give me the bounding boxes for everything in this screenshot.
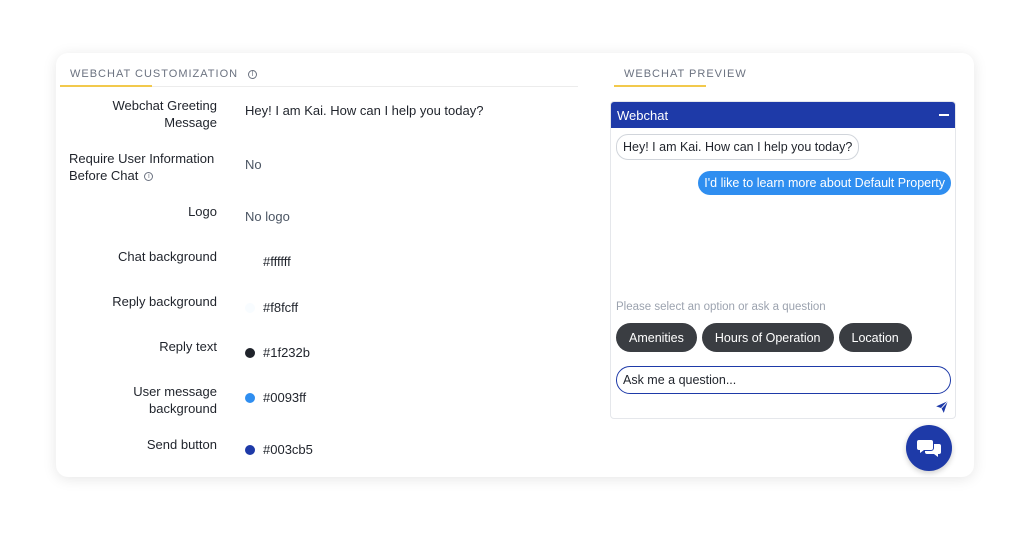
require-info-label-text: Require User Information Before Chat [69, 151, 215, 183]
option-location[interactable]: Location [838, 323, 912, 352]
chat-background-swatch[interactable] [245, 256, 255, 267]
customization-underline [60, 85, 152, 87]
send-button-value[interactable]: #003cb5 [245, 442, 313, 457]
reply-text-label: Reply text [159, 339, 217, 354]
require-info-value[interactable]: No [245, 157, 262, 172]
chat-background-value[interactable]: #ffffff [245, 254, 291, 269]
user-message-background-hex: #0093ff [263, 390, 307, 405]
send-button-hex: #003cb5 [263, 442, 313, 457]
ask-question-input[interactable] [616, 366, 951, 394]
options-prompt: Please select an option or ask a questio… [616, 301, 826, 313]
customization-title: WEBCHAT CUSTOMIZATION [70, 68, 239, 80]
chat-background-hex: #ffffff [263, 254, 291, 269]
send-button-label: Send button [146, 437, 217, 452]
chat-bubbles-icon [917, 440, 941, 457]
reply-text-swatch[interactable] [245, 347, 255, 358]
user-message-background-swatch[interactable] [245, 392, 255, 403]
reply-text-hex: #1f232b [263, 345, 310, 360]
preview-header-title: WEBCHAT PREVIEW [624, 68, 747, 80]
quick-reply-options: Amenities Hours of Operation Location [616, 323, 912, 352]
webchat-preview: Webchat Hey! I am Kai. How can I help yo… [610, 101, 956, 419]
send-icon[interactable] [935, 400, 949, 414]
greeting-label: Webchat Greeting Message [112, 98, 217, 130]
user-message-bubble: I'd like to learn more about Default Pro… [698, 171, 951, 195]
chat-launcher-button[interactable] [906, 425, 952, 471]
header-divider [152, 86, 578, 87]
user-message-background-value[interactable]: #0093ff [245, 390, 306, 405]
logo-label: Logo [188, 204, 217, 219]
require-info-label: Require User Information Before Chat i [69, 150, 229, 184]
webchat-header: Webchat [611, 102, 955, 128]
reply-background-label: Reply background [112, 294, 217, 309]
webchat-settings-card: WEBCHAT CUSTOMIZATION i WEBCHAT PREVIEW W… [56, 53, 974, 477]
reply-background-value[interactable]: #f8fcff [245, 300, 298, 315]
chat-background-label: Chat background [117, 249, 217, 264]
minimize-icon[interactable] [939, 114, 949, 116]
greeting-value[interactable]: Hey! I am Kai. How can I help you today? [245, 103, 483, 118]
reply-text-value[interactable]: #1f232b [245, 345, 310, 360]
bot-message-bubble: Hey! I am Kai. How can I help you today? [616, 134, 860, 160]
option-amenities[interactable]: Amenities [616, 323, 697, 352]
info-icon[interactable]: i [248, 69, 258, 79]
customization-header: WEBCHAT CUSTOMIZATION i [70, 68, 258, 80]
user-message-background-label: User message background [133, 384, 217, 416]
logo-value[interactable]: No logo [245, 209, 290, 224]
option-hours-of-operation[interactable]: Hours of Operation [701, 323, 834, 352]
reply-background-hex: #f8fcff [263, 300, 299, 315]
preview-underline [614, 85, 706, 87]
reply-background-swatch[interactable] [245, 302, 255, 313]
info-icon[interactable]: i [144, 172, 154, 182]
webchat-header-title: Webchat [617, 107, 669, 123]
send-button-swatch[interactable] [245, 444, 255, 455]
